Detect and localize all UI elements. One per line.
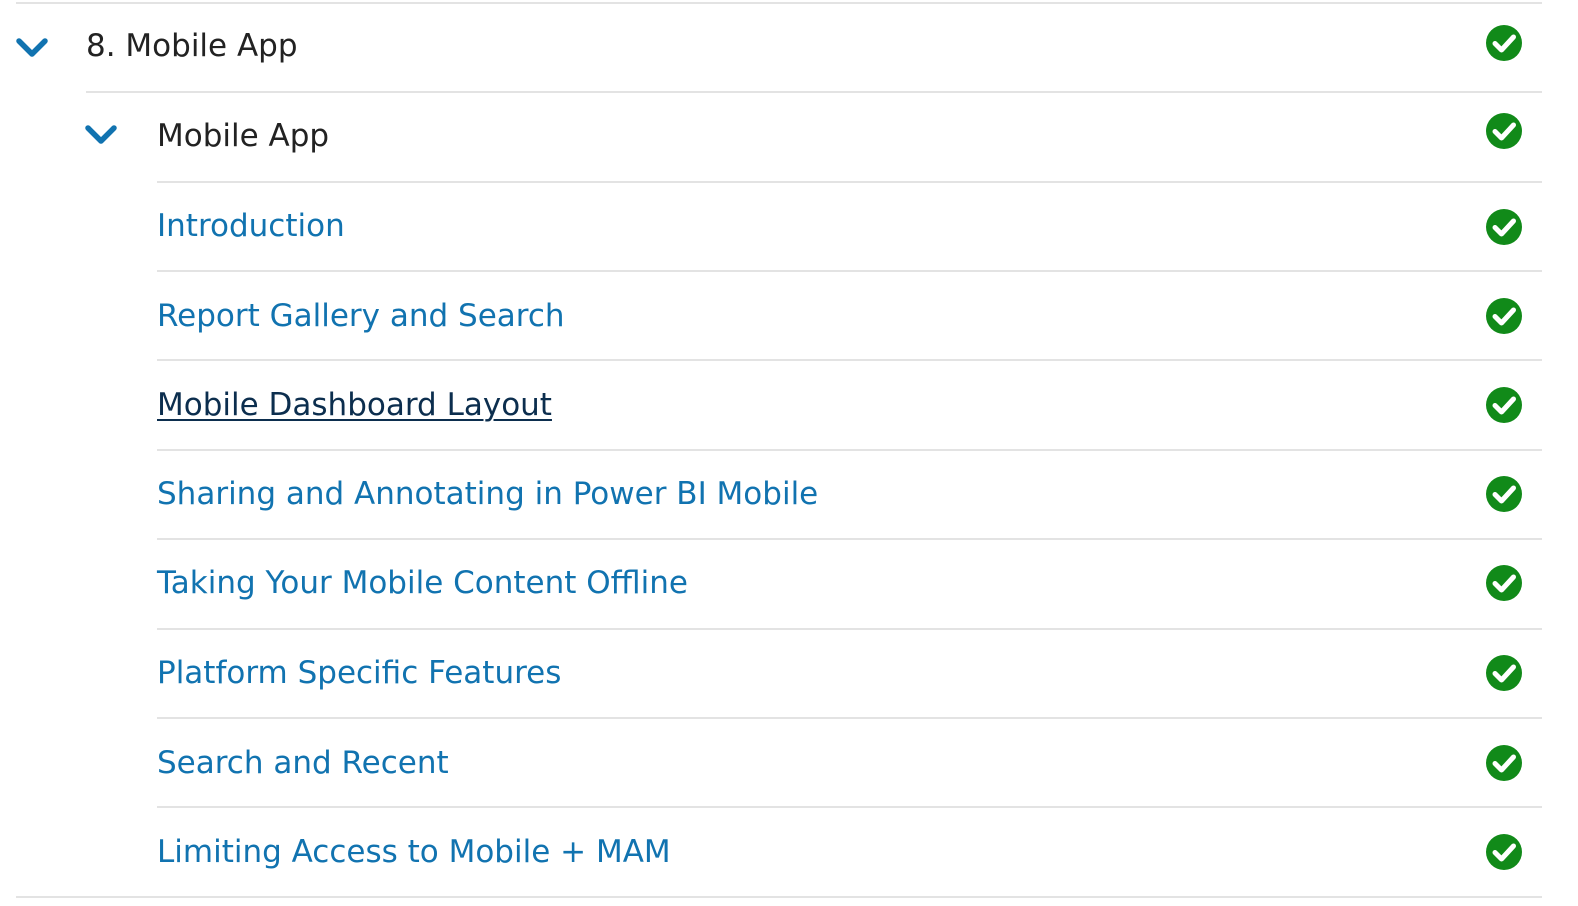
module-row[interactable]: 8. Mobile App <box>0 4 1578 92</box>
lesson-link-active[interactable]: Mobile Dashboard Layout <box>157 385 552 425</box>
lesson-link[interactable]: Introduction <box>157 206 345 246</box>
lesson-row[interactable]: Sharing and Annotating in Power BI Mobil… <box>0 451 1578 539</box>
divider <box>16 896 1542 898</box>
section-title[interactable]: Mobile App <box>157 116 329 156</box>
check-circle-icon <box>1485 386 1523 424</box>
lesson-link[interactable]: Platform Specific Features <box>157 653 561 693</box>
chevron-down-icon[interactable] <box>14 30 50 66</box>
check-circle-icon <box>1485 833 1523 871</box>
lesson-row[interactable]: Introduction <box>0 183 1578 271</box>
lesson-row[interactable]: Report Gallery and Search <box>0 272 1578 360</box>
check-circle-icon <box>1485 112 1523 150</box>
check-circle-icon <box>1485 475 1523 513</box>
course-outline: 8. Mobile App Mobile App Introduction Re… <box>0 0 1578 906</box>
check-circle-icon <box>1485 297 1523 335</box>
section-row[interactable]: Mobile App <box>0 93 1578 181</box>
lesson-row[interactable]: Taking Your Mobile Content Offline <box>0 540 1578 628</box>
check-circle-icon <box>1485 564 1523 602</box>
module-title[interactable]: 8. Mobile App <box>86 26 298 66</box>
lesson-link[interactable]: Taking Your Mobile Content Offline <box>157 563 688 603</box>
lesson-row[interactable]: Limiting Access to Mobile + MAM <box>0 808 1578 896</box>
lesson-row[interactable]: Platform Specific Features <box>0 630 1578 718</box>
lesson-link[interactable]: Search and Recent <box>157 743 449 783</box>
lesson-row[interactable]: Search and Recent <box>0 719 1578 807</box>
lesson-link[interactable]: Limiting Access to Mobile + MAM <box>157 832 671 872</box>
check-circle-icon <box>1485 208 1523 246</box>
lesson-row[interactable]: Mobile Dashboard Layout <box>0 361 1578 449</box>
lesson-link[interactable]: Sharing and Annotating in Power BI Mobil… <box>157 474 818 514</box>
check-circle-icon <box>1485 24 1523 62</box>
check-circle-icon <box>1485 744 1523 782</box>
lesson-link[interactable]: Report Gallery and Search <box>157 296 565 336</box>
check-circle-icon <box>1485 654 1523 692</box>
chevron-down-icon[interactable] <box>83 117 119 153</box>
